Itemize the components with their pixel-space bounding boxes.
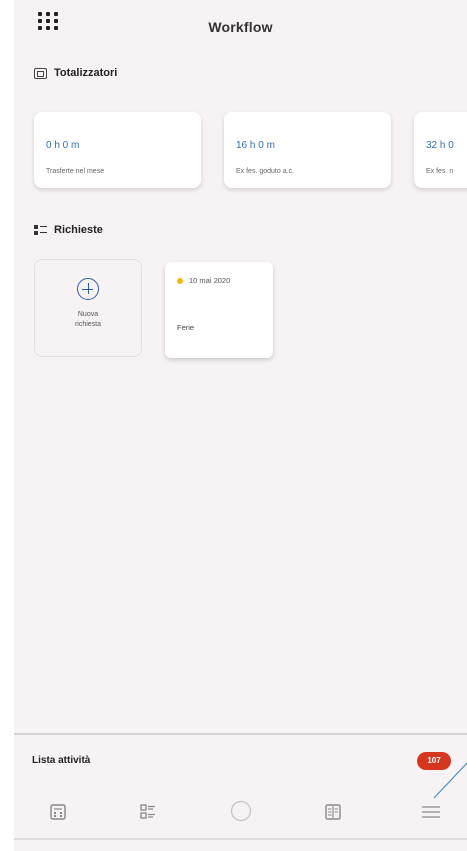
totalizzatore-card[interactable]: 0 h 0 m Trasferte nel mese [34, 112, 201, 188]
tab-calculator[interactable] [44, 799, 72, 825]
totalizzatore-card[interactable]: 16 h 0 m Ex fes. goduto a.c. [224, 112, 391, 188]
request-type: Ferie [177, 323, 195, 332]
section-totalizzatori: Totalizzatori [34, 67, 117, 79]
totalizzatore-value: 0 h 0 m [46, 140, 80, 151]
tab-calendar[interactable] [319, 799, 347, 825]
calculator-icon [50, 804, 66, 820]
tab-bar [14, 799, 467, 829]
calendar-icon [325, 804, 341, 820]
new-request-button[interactable]: Nuova richiesta [34, 259, 142, 357]
totalizzatori-cards: 0 h 0 m Trasferte nel mese 16 h 0 m Ex f… [34, 112, 467, 192]
section-title-totalizzatori: Totalizzatori [54, 67, 118, 79]
tab-home[interactable] [227, 799, 255, 825]
request-list-icon [140, 804, 155, 819]
activity-list-title: Lista attività [32, 755, 91, 766]
status-dot [177, 278, 183, 284]
app-screen: Workflow Totalizzatori 0 h 0 m Trasferte… [14, 0, 467, 851]
totalizzatore-value: 32 h 0 [426, 140, 454, 151]
totalizzatore-value: 16 h 0 m [236, 140, 275, 151]
header: Workflow [14, 0, 467, 52]
annotation-line [433, 762, 467, 799]
circle-icon [230, 800, 252, 822]
divider [14, 838, 467, 840]
request-list-icon [34, 224, 47, 236]
totalizzatore-label: Ex fes. goduto a.c. [236, 168, 294, 175]
calculator-icon [34, 67, 47, 79]
add-circle-icon [77, 278, 99, 300]
tab-requests[interactable] [134, 799, 162, 825]
request-date: 10 mai 2020 [189, 276, 231, 285]
new-request-label-line1: Nuova [77, 311, 99, 318]
new-request-label: Nuova richiesta [35, 310, 141, 330]
totalizzatore-label: Trasferte nel mese [46, 168, 105, 175]
tab-menu[interactable] [416, 799, 444, 825]
menu-icon [422, 806, 440, 818]
page-title: Workflow [208, 19, 273, 35]
request-card[interactable]: 10 mai 2020 Ferie [165, 262, 273, 358]
activity-bottom-sheet[interactable]: Lista attività 107 [14, 733, 467, 851]
totalizzatore-label: Ex fes. n [426, 168, 454, 175]
section-richieste: Richieste [34, 224, 103, 236]
totalizzatore-card[interactable]: 32 h 0 Ex fes. n [414, 112, 467, 188]
new-request-label-line2: richiesta [74, 321, 102, 328]
section-title-richieste: Richieste [54, 224, 103, 236]
